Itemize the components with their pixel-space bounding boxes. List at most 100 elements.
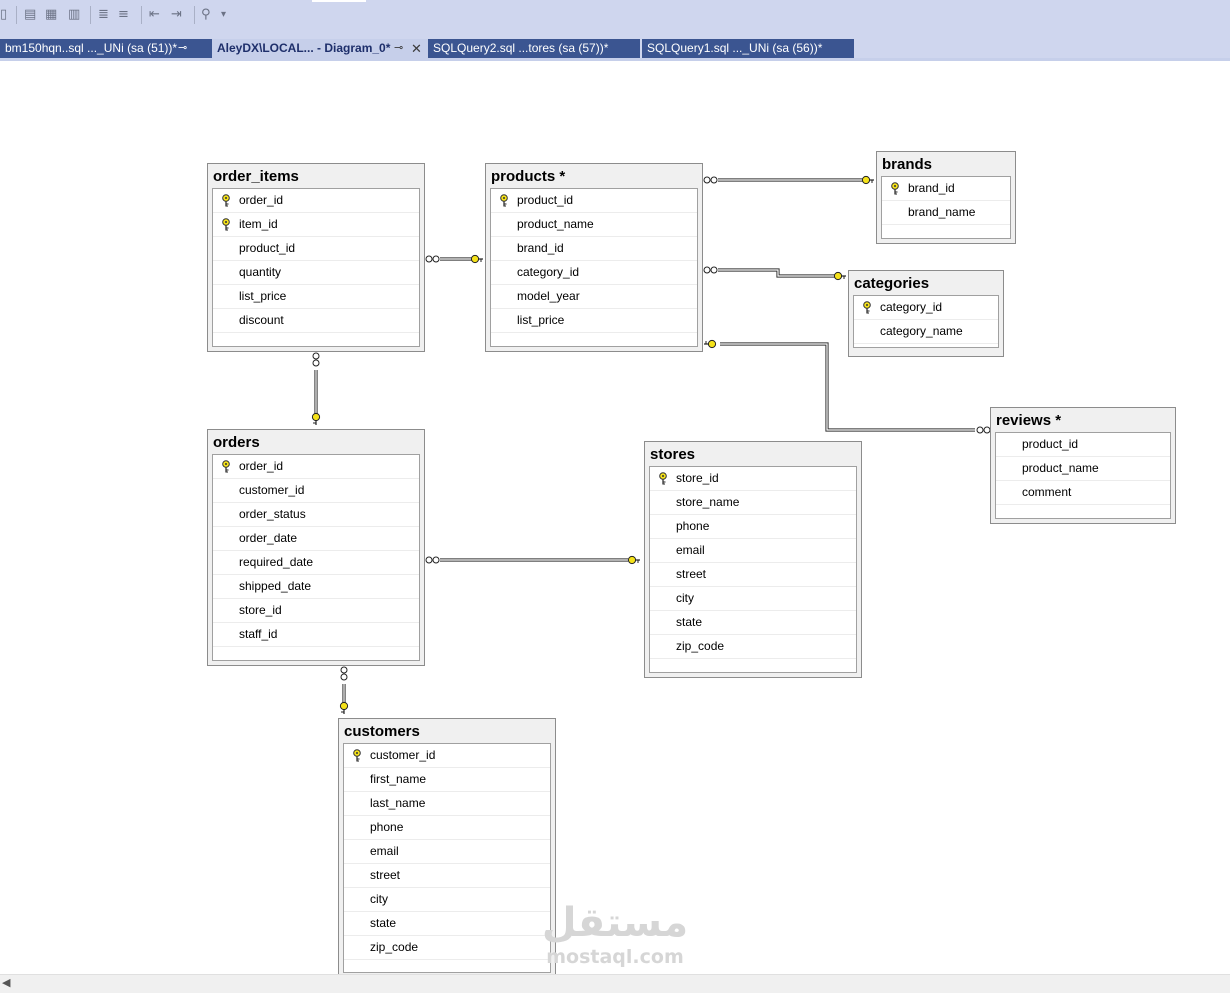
toolbar-separator xyxy=(16,6,17,24)
column-row[interactable]: product_id xyxy=(996,433,1170,457)
column-row[interactable]: product_name xyxy=(491,213,697,237)
column-row[interactable]: item_id xyxy=(213,213,419,237)
primary-key-icon xyxy=(222,460,230,473)
column-row[interactable]: product_id xyxy=(491,189,697,213)
column-row[interactable]: zip_code xyxy=(650,635,856,659)
tab-sqlquery2[interactable]: SQLQuery2.sql ...tores (sa (57))* xyxy=(428,39,640,58)
column-row[interactable]: city xyxy=(344,888,550,912)
column-row[interactable]: staff_id xyxy=(213,623,419,647)
toolbar-icon-4[interactable]: ▥ xyxy=(68,6,80,24)
column-row[interactable]: state xyxy=(650,611,856,635)
column-row[interactable]: brand_id xyxy=(491,237,697,261)
outdent-icon[interactable]: ⇤ xyxy=(149,6,160,24)
table-reviews[interactable]: reviews * product_id product_name comment xyxy=(990,407,1176,524)
column-row[interactable]: city xyxy=(650,587,856,611)
column-grid: product_id product_name comment xyxy=(995,432,1171,519)
column-row[interactable]: order_id xyxy=(213,455,419,479)
column-name: last_name xyxy=(370,796,426,810)
column-row[interactable]: phone xyxy=(650,515,856,539)
toolbar-icon-2[interactable]: ▤ xyxy=(24,6,36,24)
toolbar-icon-3[interactable]: ▦ xyxy=(45,6,57,24)
table-categories[interactable]: categories category_id category_name xyxy=(848,270,1004,357)
column-grid: category_id category_name xyxy=(853,295,999,348)
column-name: order_id xyxy=(239,193,284,207)
column-row[interactable]: last_name xyxy=(344,792,550,816)
close-icon[interactable]: ✕ xyxy=(411,39,422,58)
tab-bm150hqn[interactable]: bm150hqn..sql ..._UNi (sa (51))* ⊸ xyxy=(0,39,212,58)
column-row[interactable]: email xyxy=(344,840,550,864)
toolbar-icon-6[interactable]: ≡ xyxy=(118,6,129,24)
column-name: city xyxy=(370,892,388,906)
column-row[interactable]: list_price xyxy=(491,309,697,333)
tab-sqlquery1[interactable]: SQLQuery1.sql ..._UNi (sa (56))* xyxy=(642,39,854,58)
column-name: product_id xyxy=(239,241,296,255)
column-row[interactable]: category_id xyxy=(854,296,998,320)
column-row[interactable]: brand_id xyxy=(882,177,1010,201)
column-name: staff_id xyxy=(239,627,278,641)
column-row[interactable]: brand_name xyxy=(882,201,1010,225)
column-row[interactable]: list_price xyxy=(213,285,419,309)
table-order_items[interactable]: order_items order_id item_id product_id qua… xyxy=(207,163,425,352)
diagram-canvas[interactable]: order_items order_id item_id product_id qua… xyxy=(0,61,1230,978)
table-stores[interactable]: stores store_id store_name phone email stree… xyxy=(644,441,862,678)
column-name: street xyxy=(370,868,401,882)
column-name: product_name xyxy=(517,217,594,231)
pin-icon[interactable]: ⊸ xyxy=(178,39,187,58)
column-row[interactable]: customer_id xyxy=(213,479,419,503)
column-row[interactable]: state xyxy=(344,912,550,936)
dropdown-arrow-icon[interactable]: ▾ xyxy=(221,6,226,24)
column-row[interactable]: order_id xyxy=(213,189,419,213)
column-row[interactable]: product_name xyxy=(996,457,1170,481)
table-title: orders xyxy=(213,434,260,451)
column-row[interactable]: shipped_date xyxy=(213,575,419,599)
rel-orders-customers[interactable] xyxy=(339,666,349,715)
toolbar: ▯ ▤ ▦ ▥ ≣ ≡ ⇤ ⇥ ⚲ ▾ xyxy=(0,0,1230,33)
column-row[interactable]: quantity xyxy=(213,261,419,285)
column-name: brand_id xyxy=(908,181,955,195)
column-name: shipped_date xyxy=(239,579,312,593)
column-row[interactable]: comment xyxy=(996,481,1170,505)
column-name: store_name xyxy=(676,495,740,509)
column-row[interactable]: store_id xyxy=(213,599,419,623)
toolbar-icon-1[interactable]: ▯ xyxy=(0,6,7,24)
column-row[interactable]: category_name xyxy=(854,320,998,344)
horizontal-scrollbar[interactable]: ◀ xyxy=(0,974,1230,993)
rel-products-categories[interactable] xyxy=(703,266,847,281)
column-row[interactable]: street xyxy=(344,864,550,888)
toolbar-separator xyxy=(141,6,142,24)
scroll-left-icon[interactable]: ◀ xyxy=(2,976,10,989)
table-customers[interactable]: customers customer_id first_name last_name… xyxy=(338,718,556,978)
toolbar-icon-5[interactable]: ≣ xyxy=(98,6,109,24)
rel-orders-stores[interactable] xyxy=(425,555,641,565)
column-row[interactable]: model_year xyxy=(491,285,697,309)
rel-order_items-products[interactable] xyxy=(425,254,484,264)
table-orders[interactable]: orders order_id customer_id order_status or… xyxy=(207,429,425,666)
column-row[interactable]: store_name xyxy=(650,491,856,515)
column-row[interactable]: email xyxy=(650,539,856,563)
indent-icon[interactable]: ⇥ xyxy=(171,6,182,24)
tab-diagram[interactable]: AleyDX\LOCAL... - Diagram_0* ⊸ ✕ xyxy=(212,39,428,61)
column-name: model_year xyxy=(517,289,580,303)
pin-icon[interactable]: ⊸ xyxy=(394,39,403,58)
primary-key-icon xyxy=(863,301,871,314)
column-row[interactable]: first_name xyxy=(344,768,550,792)
column-row[interactable]: customer_id xyxy=(344,744,550,768)
table-brands[interactable]: brands brand_id brand_name xyxy=(876,151,1016,244)
rel-order_items-orders[interactable] xyxy=(311,352,321,426)
column-row[interactable]: zip_code xyxy=(344,936,550,960)
column-row[interactable]: required_date xyxy=(213,551,419,575)
column-name: customer_id xyxy=(370,748,436,762)
column-row[interactable]: discount xyxy=(213,309,419,333)
column-name: product_id xyxy=(517,193,574,207)
rel-products-brands[interactable] xyxy=(703,175,875,185)
toolbar-icon-7[interactable]: ⚲ xyxy=(201,6,211,24)
column-row[interactable]: order_status xyxy=(213,503,419,527)
column-row[interactable]: phone xyxy=(344,816,550,840)
column-row[interactable]: product_id xyxy=(213,237,419,261)
watermark-latin: mostaql.com xyxy=(546,946,684,968)
column-row[interactable]: category_id xyxy=(491,261,697,285)
column-row[interactable]: store_id xyxy=(650,467,856,491)
column-row[interactable]: order_date xyxy=(213,527,419,551)
table-products[interactable]: products * product_id product_name brand_i… xyxy=(485,163,703,352)
column-row[interactable]: street xyxy=(650,563,856,587)
